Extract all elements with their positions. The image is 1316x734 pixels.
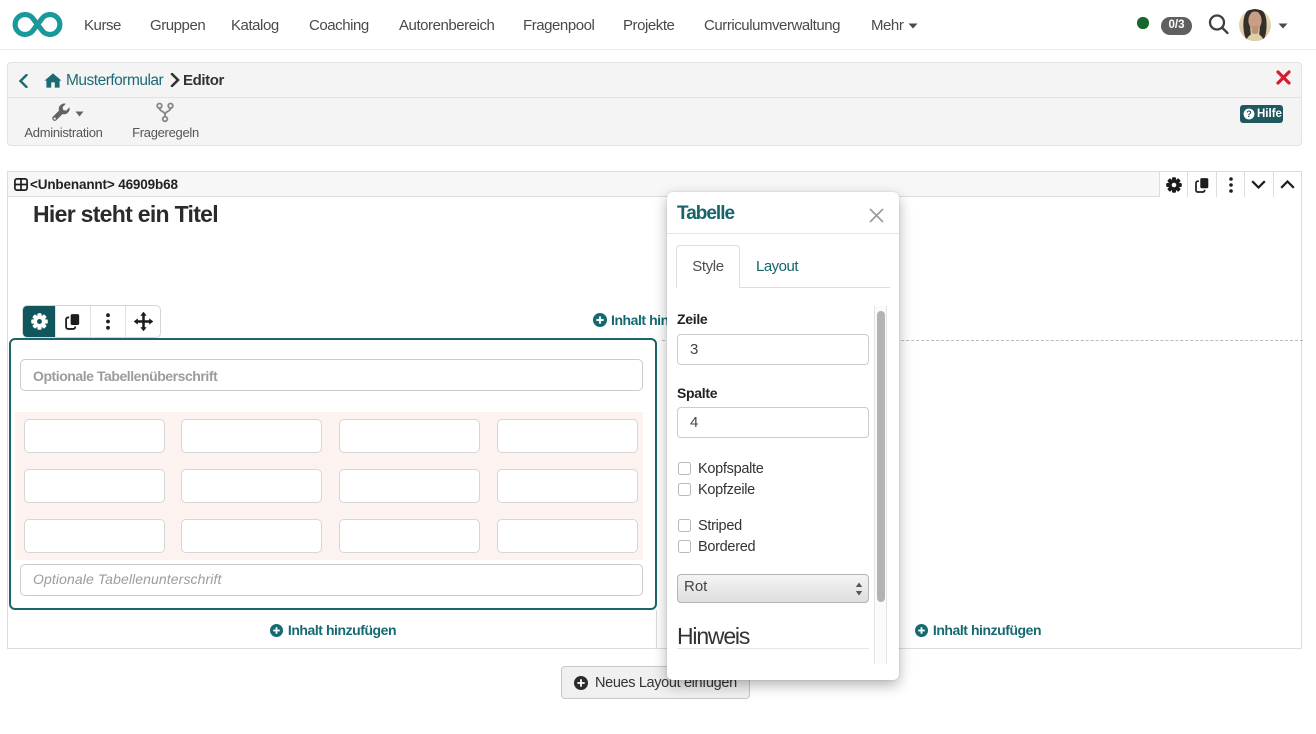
svg-text:?: ? bbox=[1246, 109, 1252, 119]
